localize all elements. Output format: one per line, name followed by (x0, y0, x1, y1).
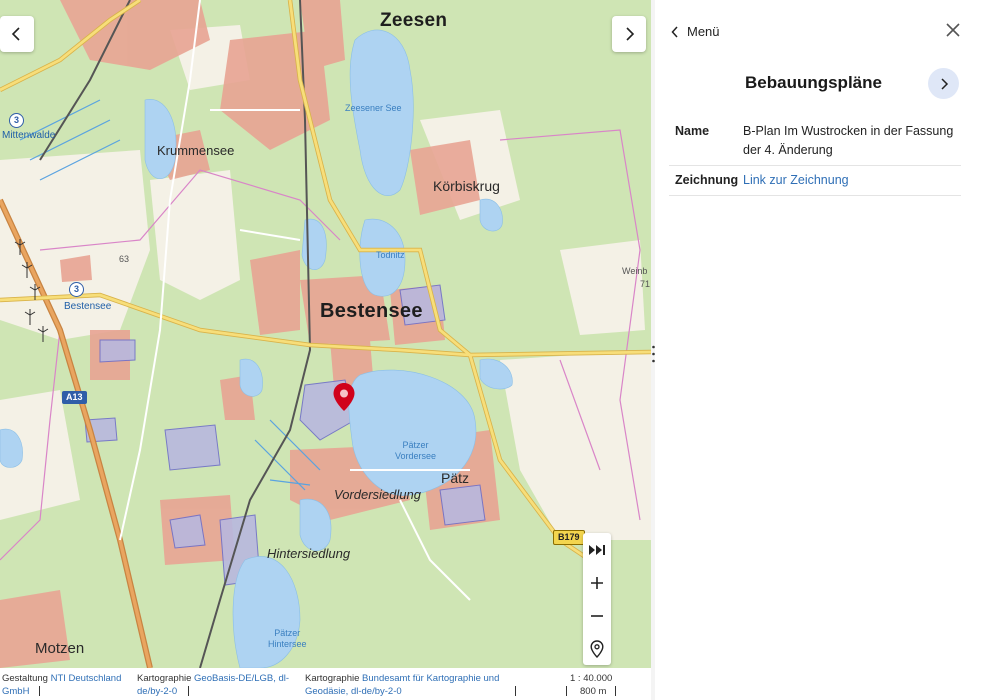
map-next-button[interactable] (612, 16, 646, 52)
lake-label-zeesener-see: Zeesener See (345, 103, 402, 113)
exit-number-top: 3 (9, 113, 24, 128)
place-label-koerbiskrug: Körbiskrug (433, 178, 500, 194)
place-label-motzen: Motzen (35, 640, 85, 657)
scale-ratio: 1 : 40.000 (570, 673, 613, 684)
close-icon[interactable] (943, 20, 963, 40)
attribution-lgb-link[interactable]: GeoBasis-DE/LGB, dl- (194, 673, 289, 684)
skip-forward-icon (589, 544, 605, 555)
lake-label-todnitz: Todnitz (376, 250, 405, 260)
road-shield-a13: A13 (62, 391, 87, 404)
spot-height-63: 63 (119, 254, 130, 264)
chevron-right-icon (940, 77, 948, 90)
place-label-krummensee: Krummensee (157, 143, 235, 158)
chevron-right-icon (626, 27, 635, 41)
attribution-separator (39, 686, 40, 696)
attribution-cartography-bkg: Kartographie Bundesamt für Kartographie … (305, 673, 500, 697)
panel-title: Bebauungspläne (745, 73, 882, 92)
next-result-button[interactable] (928, 68, 959, 99)
scale-indicator: 1 : 40.000 800 m (570, 672, 650, 698)
attribution-design: Gestaltung NTI Deutschland GmbH (2, 673, 122, 697)
place-label-mittenwalde: Mittenwalde (2, 130, 56, 141)
attribution-nti-link-cont[interactable]: GmbH (2, 686, 29, 697)
skip-forward-button[interactable] (583, 533, 611, 566)
road-shield-b179: B179 (553, 530, 585, 545)
lake-label-paetzer-vordersee: Pätzer Vordersee (395, 440, 437, 461)
scale-bar-right (615, 686, 616, 696)
attribution-lgb-license-link[interactable]: de/by-2-0 (137, 686, 177, 697)
menu-back-button[interactable]: Menü (671, 24, 720, 39)
location-marker-icon[interactable] (332, 382, 356, 412)
attribution-separator (188, 686, 189, 696)
attribution-nti-link[interactable]: NTI Deutschland (51, 673, 122, 684)
scale-bar-left (566, 686, 567, 696)
info-panel: Menü Bebauungspläne Name B-Plan Im Wustr… (655, 0, 1000, 700)
map-attribution-bar: Gestaltung NTI Deutschland GmbH Kartogra… (0, 668, 651, 700)
exit-number-mid: 3 (69, 282, 84, 297)
map-prev-button[interactable] (0, 16, 34, 52)
attribution-cartography-lgb: Kartographie GeoBasis-DE/LGB, dl- de/by-… (137, 673, 290, 697)
place-label-vordersiedlung: Vordersiedlung (334, 487, 421, 502)
drawing-link[interactable]: Link zur Zeichnung (743, 173, 849, 187)
attribution-bkg-link[interactable]: Bundesamt für Kartographie und (362, 673, 499, 684)
place-label-weinb: Weinb (622, 266, 648, 276)
place-label-bestensee-small: Bestensee (64, 301, 112, 312)
attribute-row-name: Name B-Plan Im Wustrocken in der Fassung… (669, 122, 961, 166)
lake-label-paetzer-hintersee: Pätzer Hintersee (268, 628, 307, 649)
attribute-key: Zeichnung (675, 173, 739, 187)
attribution-bkg-license-link[interactable]: Geodäsie, dl-de/by-2-0 (305, 686, 402, 697)
plus-icon (591, 576, 603, 589)
spot-height-71: 71 (640, 279, 651, 289)
menu-back-label: Menü (687, 24, 720, 39)
minus-icon (591, 614, 603, 617)
chevron-left-icon (671, 25, 678, 38)
location-pin-icon (590, 639, 604, 658)
map-tool-bar (583, 533, 611, 665)
place-label-zeesen: Zeesen (380, 10, 448, 31)
attribute-key: Name (675, 124, 710, 138)
scale-distance: 800 m (580, 686, 607, 697)
map-base-layer (0, 0, 651, 668)
attribution-separator (515, 686, 516, 696)
zoom-out-button[interactable] (583, 599, 611, 632)
chevron-left-icon (11, 27, 20, 41)
locate-button[interactable] (583, 632, 611, 665)
place-label-bestensee: Bestensee (320, 300, 423, 322)
map-view[interactable]: Zeesen Mittenwalde Krummensee Körbiskrug… (0, 0, 651, 668)
attribute-value: B-Plan Im Wustrocken in der Fassung der … (743, 124, 954, 157)
zoom-in-button[interactable] (583, 566, 611, 599)
place-label-hintersiedlung: Hintersiedlung (267, 546, 351, 561)
place-label-paetz: Pätz (441, 470, 470, 486)
attribute-row-zeichnung: Zeichnung Link zur Zeichnung (669, 171, 961, 196)
